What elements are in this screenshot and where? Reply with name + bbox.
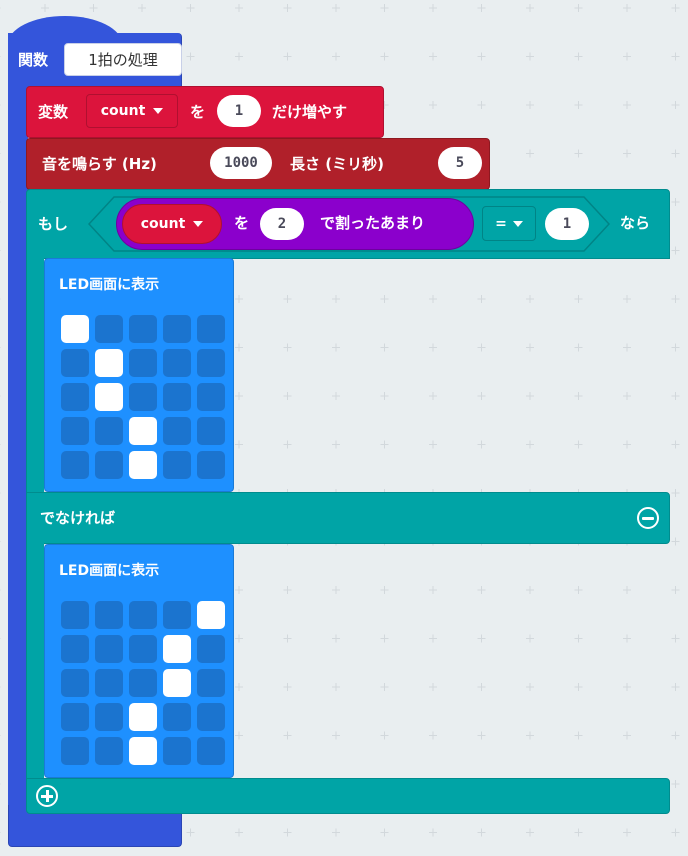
operator-dropdown[interactable]: = (482, 206, 536, 241)
led-r4-c3[interactable] (163, 451, 191, 479)
led-r2-c2[interactable] (129, 669, 157, 697)
function-name-field[interactable]: 1拍の処理 (64, 43, 182, 76)
show-leds-block-then[interactable]: LED画面に表示 (44, 258, 234, 492)
caret-down-icon (512, 220, 523, 227)
condition-particle: を (234, 214, 250, 232)
show-leds-block-else[interactable]: LED画面に表示 (44, 544, 234, 778)
led-r4-c0[interactable] (61, 737, 89, 765)
led-r0-c1[interactable] (95, 601, 123, 629)
else-bar[interactable] (26, 492, 670, 544)
led-r2-c3[interactable] (163, 669, 191, 697)
led-r4-c3[interactable] (163, 737, 191, 765)
duration-input[interactable]: 5 (438, 147, 482, 179)
if-label: もし (38, 215, 69, 233)
blocks-workspace[interactable]: 関数 1拍の処理 変数 count を 1 だけ増やす 音を鳴らす (Hz) 1… (0, 0, 688, 856)
led-r1-c4[interactable] (197, 635, 225, 663)
led-r1-c4[interactable] (197, 349, 225, 377)
led-r3-c2[interactable] (129, 703, 157, 731)
led-r4-c0[interactable] (61, 451, 89, 479)
led-r2-c4[interactable] (197, 383, 225, 411)
led-r0-c2[interactable] (129, 315, 157, 343)
led-grid (61, 601, 225, 765)
operator-value: = (495, 215, 507, 232)
condition-variable-name: count (140, 216, 186, 232)
led-r3-c0[interactable] (61, 703, 89, 731)
led-r0-c4[interactable] (197, 601, 225, 629)
led-r0-c4[interactable] (197, 315, 225, 343)
play-tone-label: 音を鳴らす (Hz) (42, 155, 157, 173)
led-r1-c1[interactable] (95, 635, 123, 663)
compare-value-input[interactable]: 1 (545, 208, 589, 240)
led-r2-c0[interactable] (61, 383, 89, 411)
variable-dropdown[interactable]: count (86, 94, 178, 128)
variable-keyword: 変数 (38, 103, 69, 121)
led-r2-c1[interactable] (95, 669, 123, 697)
led-r0-c0[interactable] (61, 601, 89, 629)
led-r1-c3[interactable] (163, 635, 191, 663)
minus-circle-icon[interactable] (637, 507, 659, 529)
led-r2-c1[interactable] (95, 383, 123, 411)
else-block-spine (26, 543, 44, 779)
condition-variable-dropdown[interactable]: count (122, 204, 222, 244)
led-r0-c1[interactable] (95, 315, 123, 343)
led-r3-c1[interactable] (95, 417, 123, 445)
led-r3-c1[interactable] (95, 703, 123, 731)
led-r3-c3[interactable] (163, 417, 191, 445)
remainder-label: で割ったあまり (320, 214, 426, 232)
caret-down-icon (193, 221, 204, 227)
plus-circle-icon[interactable] (36, 785, 58, 807)
led-r2-c0[interactable] (61, 669, 89, 697)
led-r1-c2[interactable] (129, 635, 157, 663)
led-r2-c2[interactable] (129, 383, 157, 411)
led-r0-c3[interactable] (163, 601, 191, 629)
particle-label: を (190, 103, 206, 121)
led-r3-c0[interactable] (61, 417, 89, 445)
led-r0-c3[interactable] (163, 315, 191, 343)
led-r1-c2[interactable] (129, 349, 157, 377)
led-r0-c0[interactable] (61, 315, 89, 343)
led-grid (61, 315, 225, 479)
caret-down-icon (153, 108, 164, 114)
led-r1-c0[interactable] (61, 635, 89, 663)
divisor-input[interactable]: 2 (260, 208, 304, 240)
function-block-spine (8, 80, 28, 820)
if-block-footer[interactable] (26, 778, 670, 814)
variable-name: count (100, 103, 146, 119)
led-r2-c3[interactable] (163, 383, 191, 411)
led-r1-c1[interactable] (95, 349, 123, 377)
else-label: でなければ (40, 509, 116, 527)
led-r0-c2[interactable] (129, 601, 157, 629)
led-r4-c1[interactable] (95, 737, 123, 765)
show-leds-label: LED画面に表示 (59, 563, 160, 579)
increment-amount-input[interactable]: 1 (217, 95, 261, 127)
led-r1-c0[interactable] (61, 349, 89, 377)
led-r4-c2[interactable] (129, 737, 157, 765)
led-r3-c3[interactable] (163, 703, 191, 731)
function-keyword: 関数 (18, 51, 49, 69)
led-r4-c1[interactable] (95, 451, 123, 479)
show-leds-label: LED画面に表示 (59, 277, 160, 293)
led-r3-c4[interactable] (197, 417, 225, 445)
if-block-spine (26, 258, 44, 494)
led-r4-c4[interactable] (197, 737, 225, 765)
led-r3-c2[interactable] (129, 417, 157, 445)
frequency-input[interactable]: 1000 (210, 147, 272, 179)
led-r1-c3[interactable] (163, 349, 191, 377)
led-r4-c4[interactable] (197, 451, 225, 479)
led-r4-c2[interactable] (129, 451, 157, 479)
increment-suffix-label: だけ増やす (272, 103, 348, 121)
then-label: なら (620, 214, 651, 232)
led-r2-c4[interactable] (197, 669, 225, 697)
led-r3-c4[interactable] (197, 703, 225, 731)
duration-label: 長さ (ミリ秒) (290, 155, 384, 173)
